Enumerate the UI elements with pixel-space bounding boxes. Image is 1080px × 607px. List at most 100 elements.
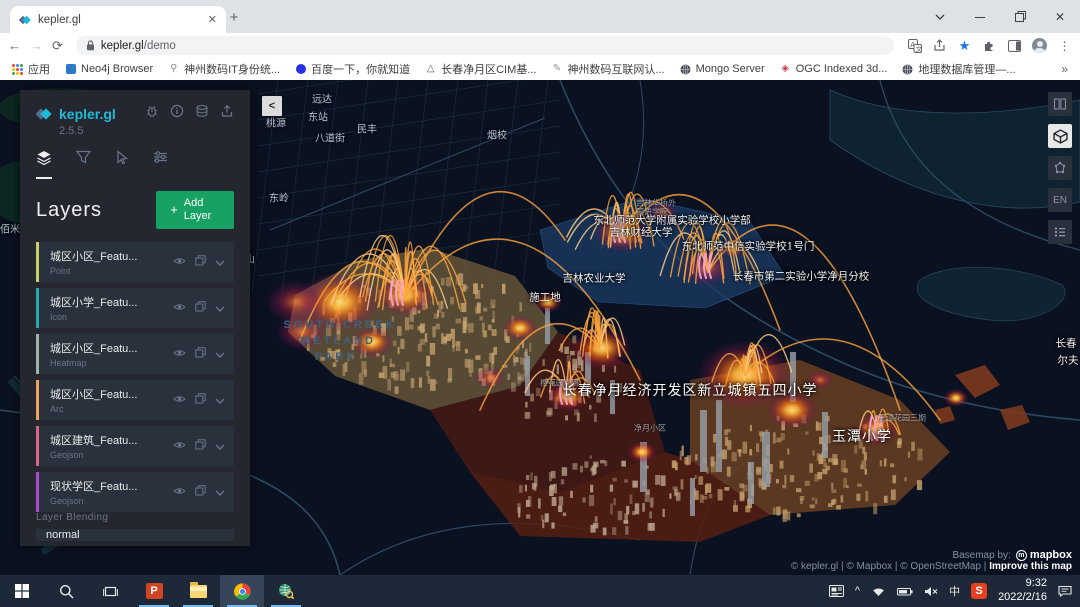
taskbar-file-explorer[interactable] (176, 575, 220, 607)
kepler-logo-icon (36, 106, 52, 122)
kepler-version: 2.5.5 (59, 125, 234, 137)
back-button[interactable]: ← (8, 39, 21, 52)
add-layer-button[interactable]: + Add Layer (156, 191, 234, 229)
menu-kebab-icon[interactable]: ⋮ (1057, 38, 1072, 53)
layer-expand-chevron-icon[interactable] (215, 253, 225, 271)
forward-button[interactable]: → (30, 39, 43, 52)
layer-blending-select[interactable]: normal (36, 529, 234, 541)
close-window-button[interactable]: ✕ (1040, 0, 1080, 33)
map-control-stack: EN (1048, 92, 1072, 244)
layer-expand-chevron-icon[interactable] (215, 345, 225, 363)
layer-expand-chevron-icon[interactable] (215, 483, 225, 501)
volume-muted-icon[interactable] (924, 586, 938, 597)
filters-tab[interactable] (76, 150, 91, 179)
translate-icon[interactable]: A文 (907, 38, 922, 53)
reload-button[interactable]: ⟳ (52, 39, 63, 52)
layer-duplicate-icon[interactable] (195, 299, 206, 317)
taskbar-powerpoint[interactable]: P (132, 575, 176, 607)
minimize-button[interactable] (960, 0, 1000, 33)
task-view-button[interactable] (88, 575, 132, 607)
bookmark-item[interactable]: ◈OGC Indexed 3d... (780, 63, 888, 75)
sidebar-collapse-button[interactable]: < (262, 96, 282, 116)
ime-indicator[interactable]: 中 (949, 583, 960, 599)
bookmark-item[interactable]: ✎神州数码互联网认... (551, 61, 664, 77)
layer-item[interactable]: 城区建筑_Featu... Geojson (36, 426, 234, 466)
battery-icon[interactable] (897, 587, 913, 596)
bookmark-label: Neo4j Browser (81, 63, 153, 75)
layer-duplicate-icon[interactable] (195, 391, 206, 409)
extensions-icon[interactable] (982, 38, 997, 53)
layer-visibility-eye-icon[interactable] (173, 483, 186, 501)
map-control-draw-polygon[interactable] (1048, 156, 1072, 180)
layer-visibility-eye-icon[interactable] (173, 253, 186, 271)
bookmark-icon: ◈ (780, 64, 791, 75)
info-icon[interactable] (170, 104, 184, 123)
browser-tab[interactable]: kepler.gl ✕ (10, 6, 226, 33)
restore-button[interactable] (1000, 0, 1040, 33)
layer-item[interactable]: 现状学区_Featu... Geojson (36, 472, 234, 512)
layer-expand-chevron-icon[interactable] (215, 391, 225, 409)
layer-name: 现状学区_Featu... (50, 478, 137, 494)
sogou-icon[interactable]: S (971, 583, 987, 599)
bookmarks-overflow-button[interactable]: » (1061, 62, 1068, 76)
layers-tab[interactable] (36, 150, 52, 179)
map-control-locale-en[interactable]: EN (1048, 188, 1072, 212)
svg-text:文: 文 (915, 44, 921, 53)
layer-item[interactable]: 城区小区_Featu... Arc (36, 380, 234, 420)
layer-item[interactable]: 城区小区_Featu... Point (36, 242, 234, 282)
map-control-toggle-3d[interactable] (1048, 124, 1072, 148)
tab-search-icon[interactable] (920, 0, 960, 33)
start-button[interactable] (0, 575, 44, 607)
map-control-split-map[interactable] (1048, 92, 1072, 116)
layer-visibility-eye-icon[interactable] (173, 391, 186, 409)
apps-button[interactable]: 应用 (12, 61, 50, 77)
layer-item[interactable]: 城区小学_Featu... Icon (36, 288, 234, 328)
layer-item[interactable]: 城区小区_Featu... Heatmap (36, 334, 234, 374)
map-canvas[interactable]: 远达东站民丰八道街桃源烟校东岭刘家山佰米SOUTH CREEKWETLANDPA… (0, 80, 1080, 575)
share-icon[interactable] (932, 38, 947, 53)
basemap-settings-tab[interactable] (153, 150, 168, 179)
taskbar-gis-app[interactable] (264, 575, 308, 607)
layer-type: Point (50, 266, 137, 276)
layer-visibility-eye-icon[interactable] (173, 299, 186, 317)
map-attribution: Basemap by: mmapbox © kepler.gl | © Mapb… (791, 549, 1072, 572)
bookmark-label: 神州数码IT身份统... (184, 61, 280, 77)
layer-expand-chevron-icon[interactable] (215, 299, 225, 317)
news-widget-icon[interactable] (829, 585, 844, 597)
layer-expand-chevron-icon[interactable] (215, 437, 225, 455)
map-control-legend[interactable] (1048, 220, 1072, 244)
layer-visibility-eye-icon[interactable] (173, 345, 186, 363)
action-center-icon[interactable] (1058, 585, 1072, 597)
interactions-tab[interactable] (115, 150, 129, 179)
bookmark-label: 地理数据库管理—... (918, 61, 1015, 77)
new-tab-button[interactable]: + (222, 5, 246, 29)
profile-avatar[interactable] (1032, 38, 1047, 53)
bookmark-item[interactable]: ⚲神州数码IT身份统... (168, 61, 280, 77)
taskbar-chrome[interactable] (220, 575, 264, 607)
taskbar-search-button[interactable] (44, 575, 88, 607)
layer-duplicate-icon[interactable] (195, 253, 206, 271)
data-table-icon[interactable] (195, 104, 209, 123)
bookmark-item[interactable]: 地理数据库管理—... (902, 61, 1015, 77)
tab-close-icon[interactable]: ✕ (208, 13, 217, 26)
bookmark-item[interactable]: Neo4j Browser (65, 63, 153, 75)
tray-chevron-up[interactable]: ^ (855, 585, 860, 597)
layer-duplicate-icon[interactable] (195, 437, 206, 455)
bug-report-icon[interactable] (145, 104, 159, 123)
layer-duplicate-icon[interactable] (195, 483, 206, 501)
kepler-side-panel: kepler.gl 2.5.5 Layers + Add La (20, 90, 250, 546)
layer-duplicate-icon[interactable] (195, 345, 206, 363)
improve-this-map-link[interactable]: Improve this map (989, 561, 1072, 572)
bookmark-item[interactable]: △长春净月区CIM基... (425, 61, 536, 77)
address-bar[interactable]: kepler.gl/demo (76, 36, 894, 55)
bookmark-star-icon[interactable]: ★ (957, 38, 972, 53)
layer-visibility-eye-icon[interactable] (173, 437, 186, 455)
side-panel-icon[interactable] (1007, 38, 1022, 53)
bookmark-item[interactable]: Mongo Server (680, 63, 765, 75)
taskbar-clock[interactable]: 9:32 2022/2/16 (998, 577, 1047, 605)
layer-name: 城区小区_Featu... (50, 248, 137, 264)
layer-type: Geojson (50, 450, 137, 460)
wifi-icon[interactable] (871, 586, 886, 597)
bookmark-item[interactable]: 百度一下，你就知道 (295, 61, 410, 77)
export-icon[interactable] (220, 104, 234, 123)
